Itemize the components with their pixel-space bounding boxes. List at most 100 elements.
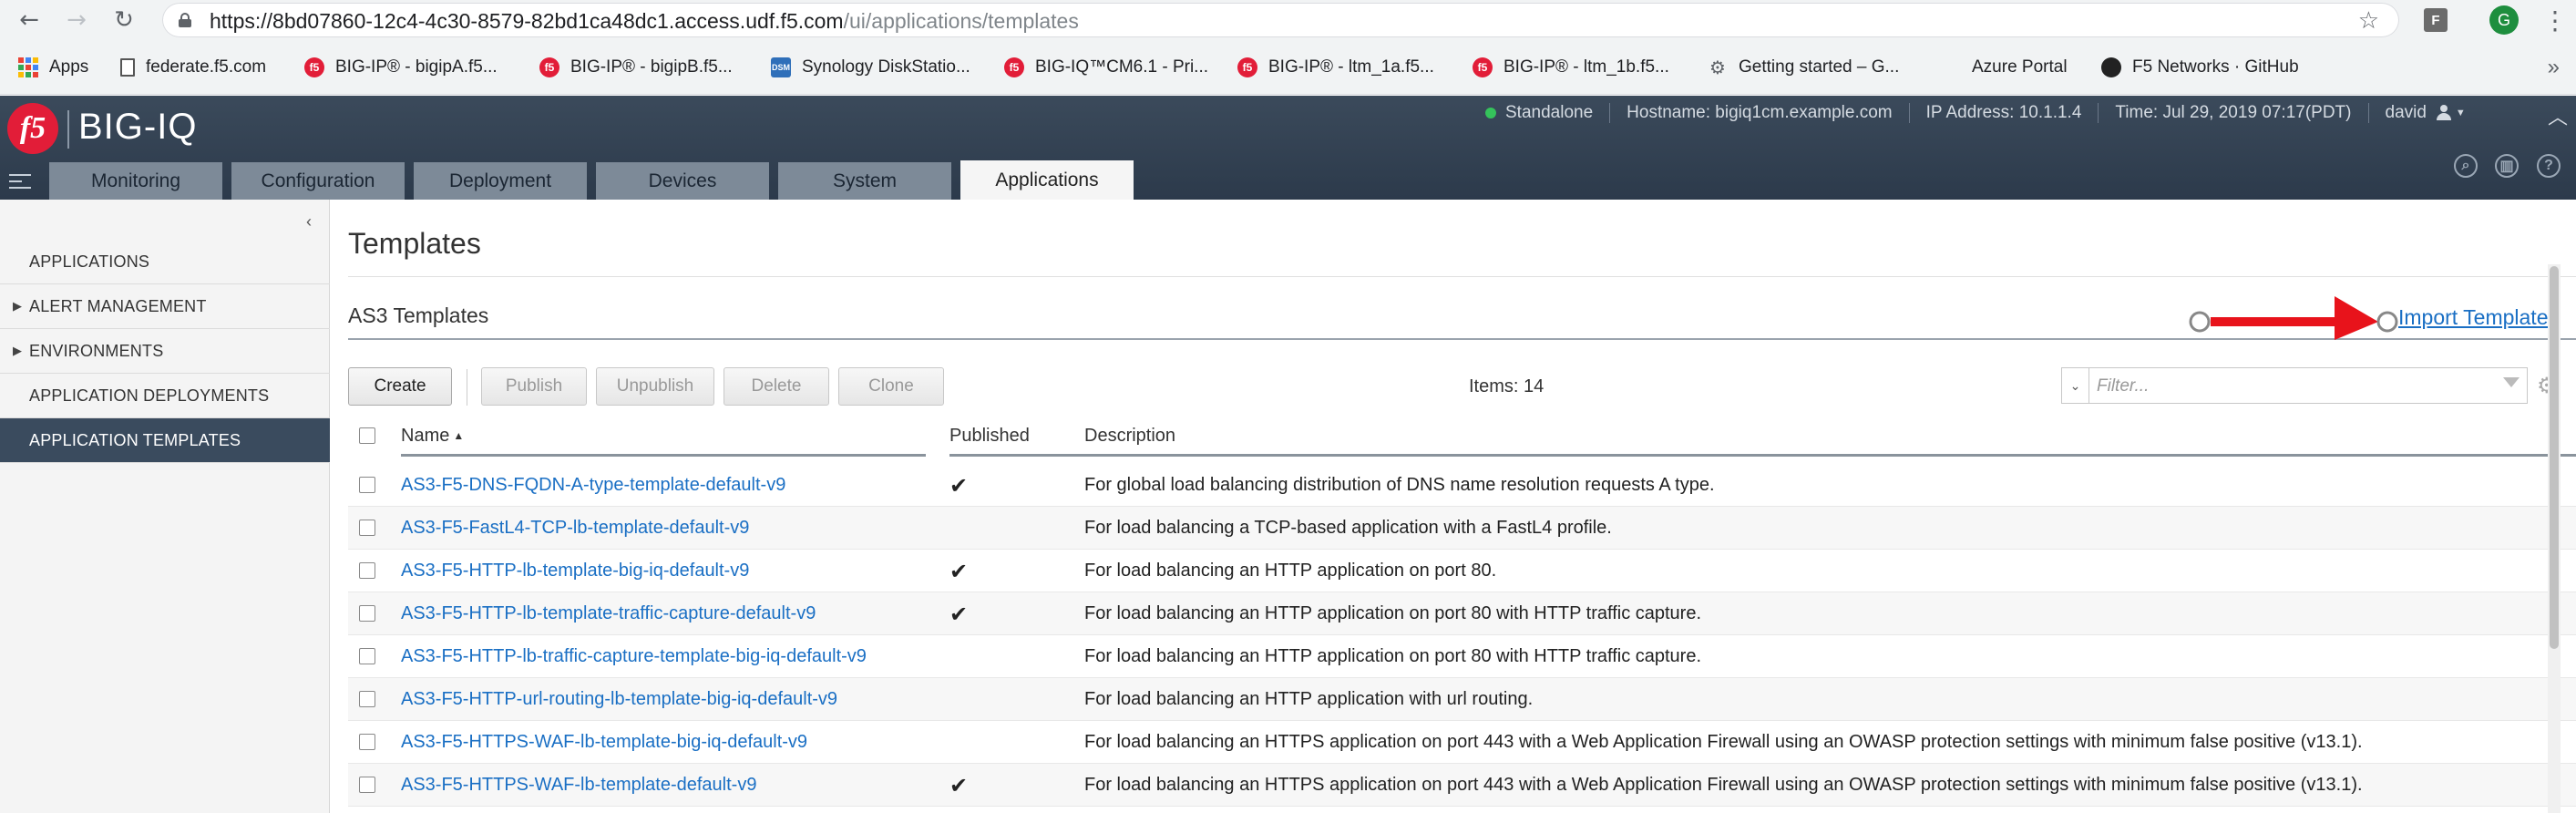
template-description: For load balancing an HTTPS application … (1084, 732, 2363, 752)
sidebar-item-environments[interactable]: ▶ ENVIRONMENTS (0, 329, 330, 374)
bookmark-federate[interactable]: federate.f5.com (120, 53, 266, 82)
table-row[interactable]: AS3-F5-HTTP-lb-traffic-capture-template-… (348, 635, 2576, 678)
product-name: BIG-IQ (78, 107, 198, 147)
template-description: For load balancing an HTTPS application … (1084, 775, 2363, 795)
tab-system[interactable]: System (778, 162, 951, 201)
sidebar-item-application-templates[interactable]: APPLICATION TEMPLATES (0, 418, 330, 463)
tab-deployment[interactable]: Deployment (414, 162, 587, 201)
delete-button[interactable]: Delete (724, 367, 829, 406)
bookmark-bigipa[interactable]: f5 BIG-IP® - bigipA.f5... (304, 53, 498, 82)
scrollbar-thumb[interactable] (2550, 266, 2559, 649)
annotation-circle-left (2189, 311, 2211, 333)
reload-icon[interactable]: ↻ (108, 4, 140, 36)
bookmark-getting-started[interactable]: ⚙ Getting started – G... (1708, 53, 1899, 82)
template-name-link[interactable]: AS3-F5-HTTPS-WAF-lb-template-default-v9 (401, 775, 756, 796)
chevron-down-icon: ▼ (2455, 108, 2466, 118)
row-checkbox[interactable] (359, 734, 375, 750)
user-menu[interactable]: david ▼ (2386, 103, 2466, 123)
filter-dropdown-icon[interactable]: ⌄ (2062, 368, 2089, 403)
unpublish-button[interactable]: Unpublish (596, 367, 714, 406)
help-icon[interactable]: ? (2537, 154, 2561, 178)
sidebar: ‹ APPLICATIONS ▶ ALERT MANAGEMENT ▶ ENVI… (0, 200, 330, 813)
filter-field[interactable]: ⌄ Filter... (2061, 367, 2528, 404)
sidebar-item-label: APPLICATION TEMPLATES (29, 430, 241, 449)
hostname-label: Hostname: bigiq1cm.example.com (1627, 103, 1893, 122)
row-checkbox[interactable] (359, 605, 375, 622)
mode-label: Standalone (1505, 103, 1594, 122)
annotation-arrow-head (2335, 296, 2378, 340)
tab-devices[interactable]: Devices (596, 162, 769, 201)
sidebar-item-alert-management[interactable]: ▶ ALERT MANAGEMENT (0, 284, 330, 329)
template-name-link[interactable]: AS3-F5-FastL4-TCP-lb-template-default-v9 (401, 518, 749, 539)
template-name-link[interactable]: AS3-F5-DNS-FQDN-A-type-template-default-… (401, 475, 785, 496)
row-checkbox[interactable] (359, 562, 375, 579)
column-header-published[interactable]: Published (949, 415, 1030, 457)
template-name-link[interactable]: AS3-F5-HTTP-lb-template-big-iq-default-v… (401, 561, 749, 581)
published-check-icon: ✔ (949, 773, 969, 798)
template-name-link[interactable]: AS3-F5-HTTP-lb-traffic-capture-template-… (401, 646, 867, 667)
annotation-arrow (2189, 296, 2398, 340)
table-row[interactable]: AS3-F5-FastL4-TCP-lb-template-default-v9… (348, 507, 2576, 550)
bookmark-github[interactable]: F5 Networks · GitHub (2101, 53, 2299, 82)
sidebar-item-label: APPLICATION DEPLOYMENTS (29, 386, 270, 405)
table-row[interactable]: AS3-F5-DNS-FQDN-A-type-template-default-… (348, 464, 2576, 507)
published-check-icon: ✔ (949, 602, 969, 627)
row-checkbox[interactable] (359, 520, 375, 536)
select-all-checkbox[interactable] (359, 415, 375, 457)
main-content: Templates AS3 Templates Import Templates… (330, 200, 2576, 813)
bookmark-azure[interactable]: Azure Portal (1941, 53, 2068, 82)
bookmark-star-icon[interactable]: ☆ (2358, 7, 2379, 35)
apps-grid-icon (18, 57, 38, 77)
tab-configuration[interactable]: Configuration (231, 162, 405, 201)
row-checkbox[interactable] (359, 691, 375, 707)
collapse-header-icon[interactable]: ︿ (2548, 101, 2568, 130)
bookmark-ltm-1b[interactable]: f5 BIG-IP® - ltm_1b.f5... (1473, 53, 1669, 82)
table-row[interactable]: AS3-F5-HTTP-url-routing-lb-template-big-… (348, 678, 2576, 721)
extension-icon[interactable]: F (2424, 8, 2448, 32)
tab-monitoring[interactable]: Monitoring (49, 162, 222, 201)
f5-logo: f5 (7, 103, 58, 154)
back-arrow-icon[interactable]: ← (13, 4, 46, 36)
table-row[interactable]: AS3-F5-HTTPS-WAF-lb-template-big-iq-defa… (348, 721, 2576, 764)
column-header-name[interactable]: Name ▲ (401, 415, 464, 457)
system-status-bar: Standalone Hostname: bigiq1cm.example.co… (1485, 99, 2466, 127)
template-name-link[interactable]: AS3-F5-HTTPS-WAF-lb-template-big-iq-defa… (401, 732, 807, 753)
sidebar-item-application-deployments[interactable]: APPLICATION DEPLOYMENTS (0, 374, 330, 418)
sidebar-item-label: ALERT MANAGEMENT (29, 296, 207, 315)
table-header: Name ▲ Published Description (348, 415, 2576, 457)
bookmark-apps[interactable]: Apps (18, 53, 88, 82)
template-name-link[interactable]: AS3-F5-HTTP-lb-template-traffic-capture-… (401, 603, 816, 624)
address-bar[interactable]: https://8bd07860-12c4-4c30-8579-82bd1ca4… (162, 3, 2399, 37)
bookmarks-bar: Apps federate.f5.com f5 BIG-IP® - bigipA… (0, 40, 2576, 95)
filter-input[interactable]: Filter... (2097, 376, 2149, 396)
book-icon[interactable]: ▥ (2495, 154, 2519, 178)
nav-menu-icon[interactable] (9, 174, 35, 194)
clone-button[interactable]: Clone (838, 367, 944, 406)
bookmark-ltm-1a[interactable]: f5 BIG-IP® - ltm_1a.f5... (1237, 53, 1434, 82)
import-templates-link[interactable]: Import Templates (2398, 305, 2559, 330)
bookmark-synology[interactable]: DSM Synology DiskStatio... (771, 53, 970, 82)
status-dot-icon (1485, 108, 1496, 118)
table-row[interactable]: AS3-F5-HTTPS-WAF-lb-template-default-v9 … (348, 764, 2576, 807)
create-button[interactable]: Create (348, 367, 452, 406)
template-name-link[interactable]: AS3-F5-HTTP-url-routing-lb-template-big-… (401, 689, 837, 710)
bookmarks-overflow-icon[interactable]: » (2548, 55, 2560, 80)
collapse-sidebar-icon[interactable]: ‹ (306, 212, 312, 232)
row-checkbox[interactable] (359, 777, 375, 793)
table-row[interactable]: AS3-F5-HTTP-lb-template-traffic-capture-… (348, 592, 2576, 635)
publish-button[interactable]: Publish (481, 367, 587, 406)
tab-applications[interactable]: Applications (960, 160, 1134, 201)
sidebar-item-applications[interactable]: APPLICATIONS (0, 240, 330, 284)
search-icon[interactable]: ⌕ (2454, 154, 2478, 178)
browser-menu-icon[interactable]: ⋮ (2542, 5, 2568, 36)
url-text[interactable]: https://8bd07860-12c4-4c30-8579-82bd1ca4… (210, 9, 1079, 34)
profile-avatar[interactable]: G (2489, 5, 2519, 35)
bookmark-bigiq-cm[interactable]: f5 BIG-IQ™CM6.1 - Pri... (1004, 53, 1208, 82)
table-row[interactable]: AS3-F5-HTTP-lb-template-big-iq-default-v… (348, 550, 2576, 592)
bookmark-bigipb[interactable]: f5 BIG-IP® - bigipB.f5... (539, 53, 733, 82)
column-header-description[interactable]: Description (1084, 415, 1175, 457)
row-checkbox[interactable] (359, 477, 375, 493)
gear-icon: ⚙ (1709, 57, 1726, 78)
forward-arrow-icon[interactable]: → (60, 4, 93, 36)
row-checkbox[interactable] (359, 648, 375, 664)
